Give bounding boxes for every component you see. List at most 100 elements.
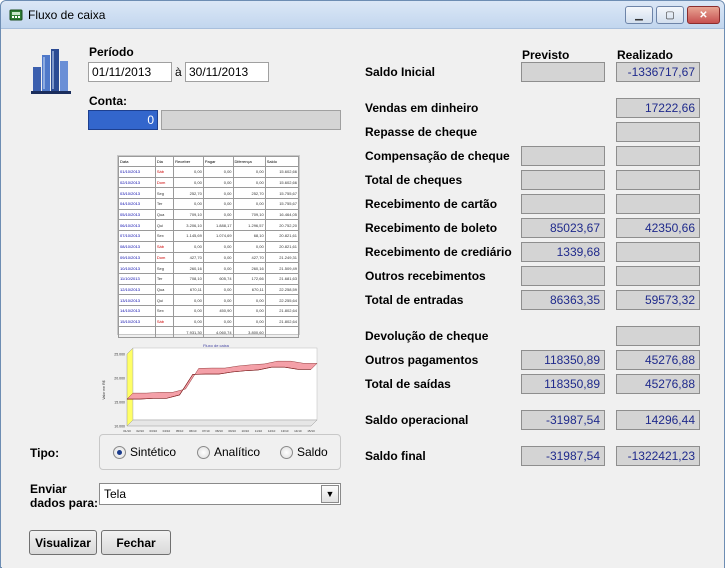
- table-cell: 172,66: [232, 272, 266, 285]
- col-realizado-header: Realizado: [617, 48, 674, 62]
- maximize-button[interactable]: ▢: [656, 6, 684, 24]
- total-entradas-realizado: 59573,32: [616, 290, 700, 310]
- table-cell: 08/10/2013: [118, 240, 156, 253]
- recebimento-cartao-label: Recebimento de cartão: [365, 197, 498, 211]
- compensacao-cheque-realizado: [616, 146, 700, 166]
- table-cell: 7.931,30: [173, 326, 204, 338]
- table-cell: 0,00: [232, 315, 266, 328]
- chart-x-tick-label: 01/10: [123, 429, 131, 433]
- table-cell: 0,00: [202, 208, 234, 221]
- recebimento-crediario-label: Recebimento de crediário: [365, 245, 512, 259]
- table-cell: 02/10/2013: [118, 176, 156, 189]
- table-cell: 1.296,57: [232, 219, 266, 232]
- table-cell: 06/10/2013: [118, 219, 156, 232]
- conta-codigo-input[interactable]: 0: [88, 110, 158, 130]
- tipo-label: Tipo:: [30, 446, 60, 460]
- conta-descricao-field: [161, 110, 341, 130]
- total-entradas-label: Total de entradas: [365, 293, 464, 307]
- recebimento-boleto-previsto: 85023,67: [521, 218, 605, 238]
- saldo-operacional-realizado: 14296,44: [616, 410, 700, 430]
- recebimento-crediario-realizado: [616, 242, 700, 262]
- chart-y-tick-label: 15.000: [114, 401, 125, 405]
- header-cell: Pagar: [202, 156, 234, 167]
- radio-label: Analítico: [214, 445, 261, 459]
- compensacao-cheque-label: Compensação de cheque: [365, 149, 510, 163]
- close-button[interactable]: ✕: [687, 6, 720, 24]
- table-row: 01/10/2013 Sáb 0,00 0,00 0,00 15.602,66: [118, 166, 300, 178]
- table-cell: 0,00: [202, 294, 234, 306]
- total-cheques-label: Total de cheques: [365, 173, 463, 187]
- outros-recebimentos-previsto: [521, 266, 605, 286]
- table-cell: 0,00: [202, 315, 234, 328]
- fechar-button[interactable]: Fechar: [101, 530, 171, 555]
- chart-x-tick-label: 02/10: [136, 429, 144, 433]
- table-cell: 15.602,66: [264, 166, 300, 178]
- table-cell: 21.802,64: [264, 315, 300, 328]
- visualizar-button[interactable]: Visualizar: [29, 530, 97, 555]
- saldo-operacional-previsto: -31987,54: [521, 410, 605, 430]
- window-title: Fluxo de caixa: [28, 8, 106, 22]
- recebimento-boleto-label: Recebimento de boleto: [365, 221, 498, 235]
- table-cell: 3.206,10: [173, 219, 204, 232]
- chart-back-wall: [132, 347, 318, 421]
- table-cell: 1.888,17: [202, 219, 234, 232]
- table-cell: 0,00: [232, 294, 266, 306]
- table-cell: Sex: [154, 304, 175, 317]
- table-cell: 0,00: [232, 240, 266, 253]
- enviar-dropdown[interactable]: Tela ▼: [99, 483, 341, 505]
- table-cell: [264, 326, 300, 338]
- enviar-label-line1: Enviar: [30, 482, 67, 496]
- table-cell: 670,11: [173, 283, 204, 296]
- table-row: 08/10/2013 Sáb 0,00 0,00 0,00 20.821,61: [118, 240, 300, 253]
- chart-x-tick-label: 11/10: [255, 429, 263, 433]
- minimize-icon: ▁: [635, 9, 643, 21]
- table-cell: 0,00: [202, 166, 234, 178]
- periodo-inicio-input[interactable]: 01/11/2013: [88, 62, 172, 82]
- table-row: 12/10/2013 Qua 670,11 0,00 670,11 22.258,59: [118, 283, 300, 296]
- chart-y-axis-label: Valor em R$: [102, 380, 106, 399]
- cash-register-icon: [9, 9, 23, 21]
- periodo-fim-input[interactable]: 30/11/2013: [185, 62, 269, 82]
- fluxo-de-caixa-window: Fluxo de caixa ▁ ▢ ✕ Período 01/11/2013 …: [0, 0, 725, 568]
- chart-x-tick-label: 14/10: [294, 429, 302, 433]
- table-cell: 0,00: [173, 315, 204, 328]
- chart-x-tick-label: 05/10: [176, 429, 184, 433]
- title-bar[interactable]: Fluxo de caixa ▁ ▢ ✕: [1, 1, 724, 29]
- outros-recebimentos-realizado: [616, 266, 700, 286]
- maximize-icon: ▢: [665, 9, 675, 21]
- table-cell: 708,10: [173, 272, 204, 285]
- chart-x-tick-label: 03/10: [150, 429, 158, 433]
- radio-sintetico[interactable]: Sintético: [113, 445, 176, 459]
- saldo-final-label: Saldo final: [365, 449, 426, 463]
- repasse-cheque-realizado: [616, 122, 700, 142]
- window-client-area: Período 01/11/2013 à 30/11/2013 Conta: 0…: [2, 30, 724, 568]
- saldo-inicial-label: Saldo Inicial: [365, 65, 436, 79]
- table-row: 14/10/2013 Sex 0,00 450,90 0,00 21.802,64: [118, 304, 300, 317]
- table-cell: 427,70: [232, 251, 266, 264]
- bar-chart-icon: [31, 49, 71, 94]
- chart-x-tick-label: 08/10: [215, 429, 223, 433]
- preview-table: Data Dia Receber Pagar Diferença Saldo 0…: [118, 156, 300, 338]
- repasse-cheque-label: Repasse de cheque: [365, 125, 478, 139]
- table-cell: 0,00: [202, 198, 234, 210]
- table-cell: Qua: [154, 208, 175, 221]
- table-row: 11/10/2013 Ter 708,10 605,74 172,66 21.681,63: [118, 272, 300, 285]
- chevron-down-icon[interactable]: ▼: [321, 485, 339, 503]
- table-cell: 1.145,69: [173, 230, 204, 242]
- chart-x-tick-label: 12/10: [268, 429, 276, 433]
- radio-analitico[interactable]: Analítico: [197, 445, 260, 459]
- minimize-button[interactable]: ▁: [625, 6, 653, 24]
- chart-y-tick-label: 10.000: [114, 425, 125, 429]
- saldo-inicial-realizado: -1336717,67: [616, 62, 700, 82]
- table-cell: 15.755,67: [264, 187, 300, 200]
- table-cell: Sáb: [154, 240, 175, 253]
- table-cell: 07/10/2013: [118, 230, 156, 242]
- table-cell: 670,11: [232, 283, 266, 296]
- table-cell: 0,00: [202, 240, 234, 253]
- table-cell: Sáb: [154, 166, 175, 178]
- table-cell: 04/10/2013: [118, 198, 156, 210]
- chart-x-tick-label: 13/10: [281, 429, 289, 433]
- radio-label: Saldo: [297, 445, 328, 459]
- radio-saldo[interactable]: Saldo: [280, 445, 328, 459]
- table-cell: 709,10: [173, 208, 204, 221]
